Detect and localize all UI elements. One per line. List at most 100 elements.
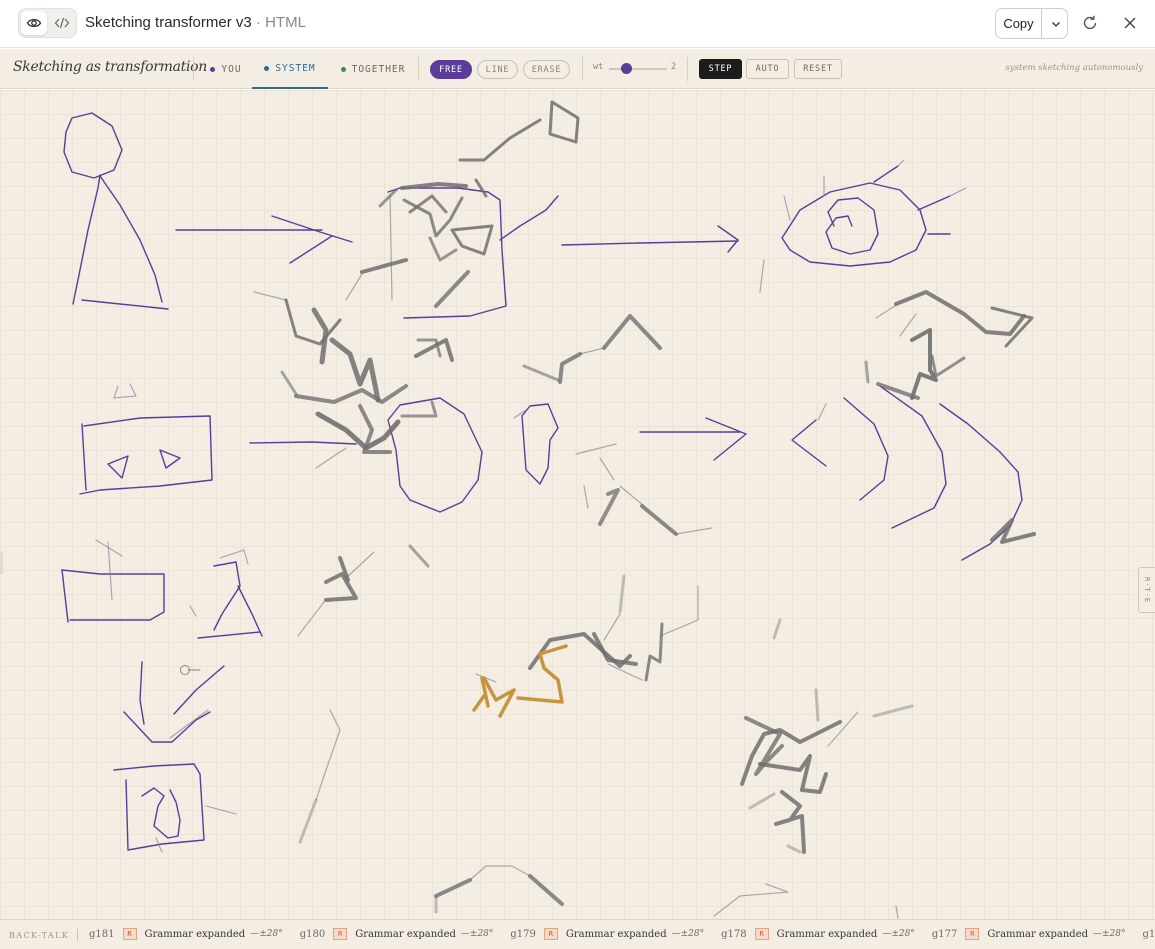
rule-badge: R [754,928,769,940]
user-stroke [72,174,101,305]
backtalk-entry[interactable]: g180 R Grammar expanded —±28° [299,928,494,940]
weight-label: wt [593,62,604,72]
window-subtitle: · HTML [251,14,306,31]
user-stroke [61,569,69,623]
pencil-stroke [107,541,113,601]
backtalk-entry-text: Grammar expanded [355,928,456,940]
system-stroke [759,259,765,293]
backtalk-entry-angle: —±28° [1093,929,1126,939]
user-stroke [237,585,263,637]
backtalk-bar: BACK-TALK g181 R Grammar expanded —±28° g180… [0,919,1155,949]
auto-button[interactable]: AUTO [746,59,789,79]
backtalk-entry-angle: —±28° [460,929,494,939]
system-stroke [522,364,560,382]
you-dot-icon [210,66,216,72]
system-stroke [579,347,605,355]
copy-button-group: Copy [995,8,1068,39]
refresh-button[interactable] [1079,12,1101,34]
backtalk-entry[interactable]: g176RGrammar expanded—±28° [1143,928,1155,940]
close-button[interactable] [1119,12,1141,34]
highlight-stroke [482,676,516,718]
copy-button[interactable]: Copy [996,9,1042,38]
user-stroke [63,112,123,179]
step-button[interactable]: STEP [699,59,742,79]
tool-line-button[interactable]: LINE [477,60,518,79]
sketch-canvas[interactable]: R·T·E [0,90,1155,919]
rule-badge: R [965,928,980,940]
system-stroke [583,485,589,509]
backtalk-entry-text: Grammar expanded [776,928,878,940]
reset-button[interactable]: RESET [794,59,842,79]
user-stroke [213,561,241,631]
refresh-icon [1083,15,1097,30]
system-stroke [894,290,1026,336]
user-stroke [499,195,559,241]
backtalk-entry[interactable]: g178 R Grammar expanded —±28° [721,928,915,940]
divider [193,57,194,81]
copy-options-button[interactable] [1043,9,1068,38]
pencil-stroke [205,805,237,815]
backtalk-entry[interactable]: g177 R Grammar expanded —±28° [932,928,1126,940]
system-stroke [294,384,408,404]
system-stroke [990,518,1036,544]
backtalk-entry[interactable]: g181 R Grammar expanded —±28° [89,928,283,940]
tab-together[interactable]: TOGETHER [334,49,412,89]
backtalk-entry-id: g177 [931,928,958,940]
backtalk-entry-id: g179 [510,928,536,940]
code-icon [54,17,70,29]
backtalk-entry-id: g180 [299,928,326,940]
system-stroke [659,585,699,637]
system-stroke [434,270,470,308]
pencil-stroke [169,709,209,739]
user-stroke [879,385,947,529]
system-stroke [930,354,966,378]
system-stroke [592,632,638,666]
rte-side-tab[interactable]: R·T·E [1138,567,1155,613]
user-stroke [99,175,163,303]
backtalk-entry-id: g176 [1142,928,1155,940]
backtalk-entry-angle: —±28° [250,929,283,939]
highlight-stroke [516,644,568,704]
system-stroke [864,360,870,384]
user-stroke [561,240,739,246]
backtalk-entry[interactable]: g179 R Grammar expanded —±28° [510,928,704,940]
system-stroke [758,754,828,794]
system-stroke [408,544,430,568]
rule-badge: R [333,928,348,940]
system-stroke [603,613,621,641]
backtalk-entry-id: g181 [89,928,115,940]
cursor-crosshair-icon [180,665,201,675]
weight-slider-thumb[interactable] [620,63,632,74]
system-stroke [280,370,298,396]
system-stroke [675,527,713,535]
tab-you[interactable]: YOU [201,49,251,89]
tool-free-button[interactable]: FREE [430,60,472,79]
tool-erase-button[interactable]: ERASE [523,60,570,79]
code-toggle-button[interactable] [49,11,75,35]
system-stroke [876,382,920,400]
backtalk-label: BACK-TALK [9,931,70,940]
backtalk-entry-angle: —±28° [882,929,915,939]
preview-toggle-button[interactable] [21,11,47,35]
title-bar: Sketching transformer v3 · HTML Copy [0,0,1155,48]
tab-system[interactable]: SYSTEM [252,49,328,89]
system-stroke [360,258,408,274]
user-stroke [705,417,747,461]
sketch-toolbar: Sketching as transformation YOU SYSTEM T… [0,49,1155,89]
system-stroke [434,878,472,898]
system-stroke [599,457,615,481]
system-stroke [990,306,1034,348]
system-stroke [607,663,643,681]
system-stroke [428,236,458,262]
weight-slider-track[interactable] [609,68,667,70]
system-stroke [875,303,899,319]
user-stroke [939,403,1023,561]
system-stroke [899,313,917,337]
rule-badge: R [122,928,137,940]
system-stroke [345,273,363,301]
backtalk-entries: g181 R Grammar expanded —±28° g180 R Grammar e… [89,928,1155,940]
system-stroke [748,792,776,810]
user-stroke [113,763,205,851]
user-stroke [61,569,165,621]
pencil-stroke [897,159,905,167]
